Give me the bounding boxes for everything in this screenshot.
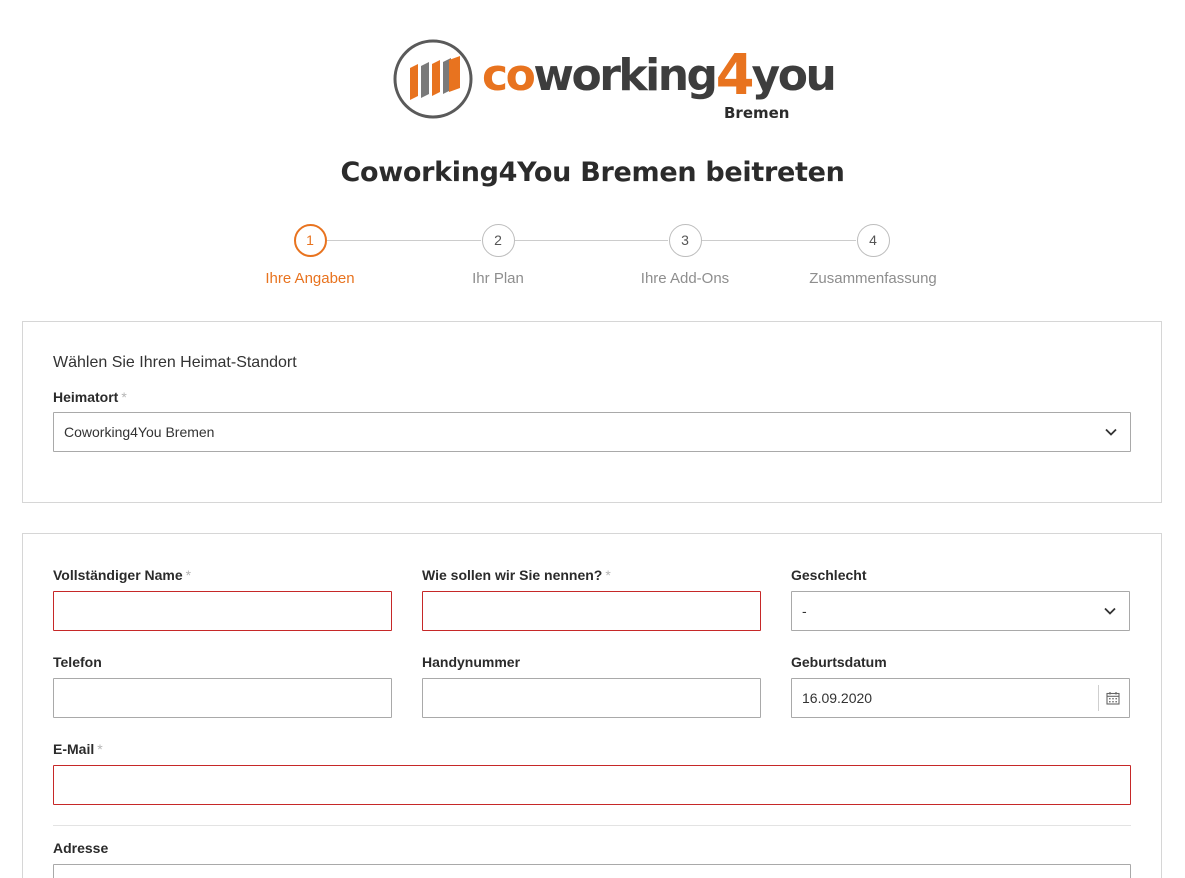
birthdate-value: 16.09.2020 — [802, 690, 873, 706]
input-separator — [1098, 685, 1099, 711]
email-label: E-Mail * — [53, 741, 103, 757]
step-number: 1 — [293, 224, 327, 257]
phone-input[interactable] — [53, 678, 392, 718]
birthdate-label: Geburtsdatum — [791, 654, 887, 670]
step-ihr-plan[interactable]: 2 Ihr Plan — [398, 224, 598, 287]
logo-wordmark: coworking4you — [482, 43, 837, 108]
heimatort-value: Coworking4You Bremen — [64, 424, 215, 440]
step-label: Ihre Angaben — [265, 270, 355, 287]
personal-details-card: Vollständiger Name * Wie sollen wir Sie n… — [22, 533, 1162, 878]
step-label: Ihre Add-Ons — [640, 270, 730, 287]
address-input[interactable] — [53, 864, 1131, 878]
mobile-label: Handynummer — [422, 654, 521, 670]
nickname-label: Wie sollen wir Sie nennen? * — [422, 567, 611, 583]
phone-label: Telefon — [53, 654, 102, 670]
location-section-title: Wählen Sie Ihren Heimat-Standort — [53, 354, 297, 371]
step-number: 4 — [856, 224, 890, 257]
calendar-icon[interactable] — [1106, 691, 1120, 705]
gender-value: - — [802, 603, 807, 619]
email-input[interactable] — [53, 765, 1131, 805]
step-number: 3 — [668, 224, 702, 257]
gender-select[interactable]: - — [791, 591, 1130, 631]
chevron-down-icon — [1105, 428, 1117, 436]
step-label: Ihr Plan — [472, 270, 524, 287]
page-title: Coworking4You Bremen beitreten — [340, 157, 845, 188]
section-divider — [53, 825, 1131, 826]
mobile-input[interactable] — [422, 678, 761, 718]
gender-label: Geschlecht — [791, 567, 867, 583]
step-zusammenfassung[interactable]: 4 Zusammenfassung — [773, 224, 973, 287]
step-number: 2 — [481, 224, 515, 257]
brand-logo: coworking4you Bremen — [392, 36, 837, 122]
full-name-input[interactable] — [53, 591, 392, 631]
birthdate-input[interactable]: 16.09.2020 — [791, 678, 1130, 718]
address-label: Adresse — [53, 840, 109, 856]
logo-stripes-icon — [393, 39, 473, 119]
full-name-label: Vollständiger Name * — [53, 567, 192, 583]
chevron-down-icon — [1104, 607, 1116, 615]
step-label: Zusammenfassung — [809, 270, 937, 287]
step-ihre-add-ons[interactable]: 3 Ihre Add-Ons — [585, 224, 785, 287]
location-card: Wählen Sie Ihren Heimat-Standort Heimato… — [22, 321, 1162, 503]
logo-subtitle: Bremen — [724, 104, 790, 122]
step-ihre-angaben[interactable]: 1 Ihre Angaben — [210, 224, 410, 287]
heimatort-label: Heimatort * — [53, 389, 127, 405]
nickname-input[interactable] — [422, 591, 761, 631]
heimatort-select[interactable]: Coworking4You Bremen — [53, 412, 1131, 452]
